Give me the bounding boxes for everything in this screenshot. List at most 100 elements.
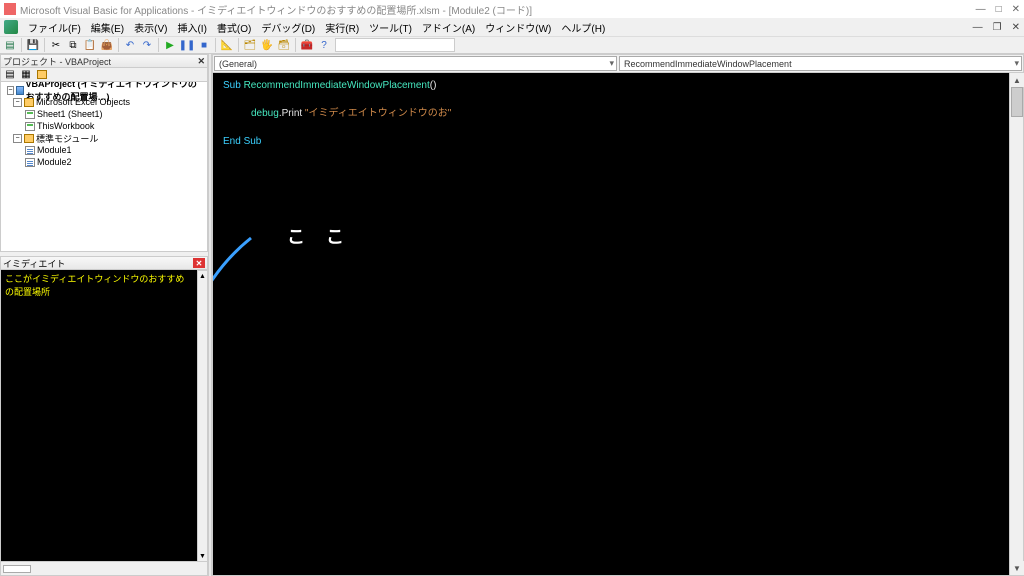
tree-module2-label: Module2 — [37, 157, 72, 167]
copy-icon[interactable]: ⧉ — [65, 37, 81, 53]
minimize-button[interactable]: — — [976, 4, 986, 15]
toolbox-icon[interactable]: 🧰 — [299, 37, 315, 53]
twisty-minus-icon[interactable]: − — [7, 86, 14, 95]
object-selector[interactable]: (General) — [214, 56, 617, 71]
project-tree[interactable]: − VBAProject (イミディエイトウィンドウのおすすめの配置場…) − … — [0, 82, 208, 252]
twisty-minus-icon[interactable]: − — [13, 98, 22, 107]
find-icon[interactable]: 👜 — [99, 37, 115, 53]
menu-window[interactable]: ウィンドウ(W) — [481, 18, 555, 37]
tree-module2[interactable]: Module2 — [3, 156, 205, 168]
immediate-output: ここがイミディエイトウィンドウのおすすめの配置場所 — [5, 272, 193, 298]
excel-icon — [4, 20, 18, 34]
break-icon[interactable]: ❚❚ — [179, 37, 195, 53]
project-panel-header: プロジェクト - VBAProject ✕ — [0, 54, 208, 68]
menu-format[interactable]: 書式(O) — [213, 18, 255, 37]
scroll-up-icon[interactable]: ▲ — [1010, 73, 1024, 87]
undo-icon[interactable]: ↶ — [122, 37, 138, 53]
code-blank — [223, 93, 1013, 107]
cut-icon[interactable]: ✂ — [48, 37, 64, 53]
project-panel-title: プロジェクト - VBAProject — [3, 55, 111, 68]
tree-thisworkbook-label: ThisWorkbook — [37, 121, 94, 131]
mdi-restore[interactable]: ❐ — [993, 22, 1002, 33]
code-selectors: (General) RecommendImmediateWindowPlacem… — [213, 55, 1023, 73]
menu-view[interactable]: 表示(V) — [130, 18, 171, 37]
paste-icon[interactable]: 📋 — [82, 37, 98, 53]
toggle-folders-icon[interactable] — [35, 69, 49, 81]
menu-tools[interactable]: ツール(T) — [365, 18, 416, 37]
sheet-icon — [25, 110, 35, 119]
view-excel-icon[interactable]: ▤ — [2, 37, 18, 53]
tree-modules-label: 標準モジュール — [36, 132, 98, 145]
immediate-scrollbar[interactable]: ▲ ▼ — [198, 270, 208, 562]
immediate-footer — [0, 562, 208, 576]
code-line-1: Sub RecommendImmediateWindowPlacement() — [223, 79, 1013, 93]
menu-edit[interactable]: 編集(E) — [87, 18, 128, 37]
maximize-button[interactable]: □ — [996, 4, 1002, 15]
save-icon[interactable]: 💾 — [25, 37, 41, 53]
window-buttons: — □ ✕ — [976, 4, 1020, 15]
folder-icon — [24, 134, 34, 143]
immediate-title: イミディエイト — [3, 257, 65, 270]
module-icon — [25, 158, 35, 167]
redo-icon[interactable]: ↷ — [139, 37, 155, 53]
annotation-arrow-icon — [213, 218, 291, 368]
tree-sheet1-label: Sheet1 (Sheet1) — [37, 109, 103, 119]
close-button[interactable]: ✕ — [1012, 4, 1020, 15]
procedure-selector[interactable]: RecommendImmediateWindowPlacement — [619, 56, 1022, 71]
folder-icon — [24, 98, 34, 107]
tree-root[interactable]: − VBAProject (イミディエイトウィンドウのおすすめの配置場…) — [3, 84, 205, 96]
tree-modules-folder[interactable]: − 標準モジュール — [3, 132, 205, 144]
workbook-icon — [25, 122, 35, 131]
menu-run[interactable]: 実行(R) — [321, 18, 363, 37]
code-pane: (General) RecommendImmediateWindowPlacem… — [212, 54, 1024, 576]
mdi-buttons: — ❐ ✕ — [973, 22, 1020, 33]
run-icon[interactable]: ▶ — [162, 37, 178, 53]
code-blank — [223, 121, 1013, 135]
properties-icon[interactable]: 🖐 — [259, 37, 275, 53]
menu-addins[interactable]: アドイン(A) — [418, 18, 479, 37]
procedure-combo[interactable] — [335, 38, 455, 52]
code-line-2: debug.Print "イミディエイトウィンドウのお" — [223, 107, 1013, 121]
object-selector-value: (General) — [219, 59, 257, 69]
immediate-tab-indicator — [3, 565, 31, 573]
scroll-down-icon[interactable]: ▼ — [198, 551, 207, 561]
scroll-thumb[interactable] — [1011, 87, 1023, 117]
menu-insert[interactable]: 挿入(I) — [173, 18, 210, 37]
project-panel-toolbar: ▤ ▦ — [0, 68, 208, 82]
view-object-icon[interactable]: ▦ — [19, 69, 33, 81]
design-mode-icon[interactable]: 📐 — [219, 37, 235, 53]
help-icon[interactable]: ? — [316, 37, 332, 53]
tree-sheet1[interactable]: Sheet1 (Sheet1) — [3, 108, 205, 120]
workspace: プロジェクト - VBAProject ✕ ▤ ▦ − VBAProject (… — [0, 54, 1024, 576]
menu-help[interactable]: ヘルプ(H) — [557, 18, 609, 37]
twisty-minus-icon[interactable]: − — [13, 134, 22, 143]
code-scrollbar[interactable]: ▲ ▼ — [1009, 73, 1023, 575]
scroll-down-icon[interactable]: ▼ — [1010, 561, 1024, 575]
mdi-minimize[interactable]: — — [973, 22, 983, 33]
module-icon — [25, 146, 35, 155]
vbaproject-icon — [16, 86, 24, 95]
window-titlebar: Microsoft Visual Basic for Applications … — [0, 0, 1024, 18]
reset-icon[interactable]: ■ — [196, 37, 212, 53]
procedure-selector-value: RecommendImmediateWindowPlacement — [624, 59, 792, 69]
object-browser-icon[interactable]: 🗃 — [276, 37, 292, 53]
tree-module1[interactable]: Module1 — [3, 144, 205, 156]
immediate-header: イミディエイト ✕ — [0, 256, 208, 270]
tree-module1-label: Module1 — [37, 145, 72, 155]
immediate-close-icon[interactable]: ✕ — [193, 258, 205, 268]
code-editor[interactable]: Sub RecommendImmediateWindowPlacement() … — [213, 73, 1023, 575]
menu-file[interactable]: ファイル(F) — [24, 18, 85, 37]
view-code-icon[interactable]: ▤ — [3, 69, 17, 81]
scroll-up-icon[interactable]: ▲ — [198, 271, 207, 281]
project-panel-close-icon[interactable]: ✕ — [197, 56, 205, 67]
project-explorer-icon[interactable]: 🗂 — [242, 37, 258, 53]
app-icon — [4, 3, 16, 15]
menu-debug[interactable]: デバッグ(D) — [257, 18, 319, 37]
immediate-body[interactable]: ここがイミディエイトウィンドウのおすすめの配置場所 — [0, 270, 198, 562]
annotation-text: こ こ — [287, 223, 352, 249]
immediate-panel: イミディエイト ✕ ここがイミディエイトウィンドウのおすすめの配置場所 ▲ ▼ — [0, 256, 208, 576]
window-title: Microsoft Visual Basic for Applications … — [20, 2, 532, 17]
tree-thisworkbook[interactable]: ThisWorkbook — [3, 120, 205, 132]
mdi-close[interactable]: ✕ — [1012, 22, 1020, 33]
toolbar: ▤ 💾 ✂ ⧉ 📋 👜 ↶ ↷ ▶ ❚❚ ■ 📐 🗂 🖐 🗃 🧰 ? — [0, 36, 1024, 54]
